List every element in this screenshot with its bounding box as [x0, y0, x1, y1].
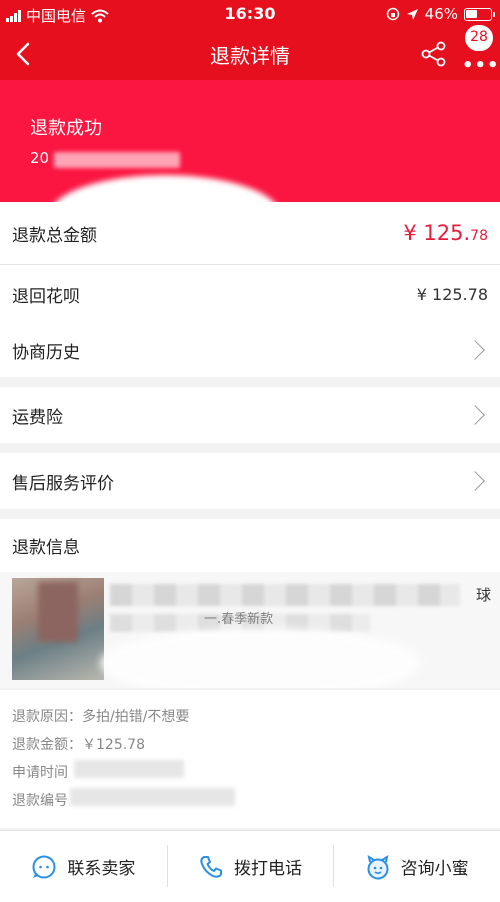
- contact-seller-button[interactable]: 联系卖家: [0, 831, 167, 902]
- share-icon[interactable]: [420, 40, 448, 68]
- refund-amount: 退款金额：￥125.78: [12, 737, 145, 753]
- total-card: 退款总金额 ¥ 125.78: [0, 202, 500, 264]
- refund-info-details: 退款原因：多拍/拍错/不想要 退款金额：￥125.78 申请时间 退款编号: [0, 690, 500, 828]
- call-button[interactable]: 拨打电话: [166, 831, 334, 902]
- battery-percent: 46%: [424, 5, 458, 23]
- detail-card: 退回花呗 ¥ 125.78 协商历史: [0, 265, 500, 377]
- refund-info-row: 退款信息: [0, 519, 500, 572]
- review-row[interactable]: 售后服务评价: [0, 453, 500, 509]
- refund-status: 退款成功: [30, 118, 102, 139]
- assistant-button[interactable]: 咨询小蜜: [333, 831, 500, 902]
- redacted-product-title: [110, 584, 460, 606]
- history-label: 协商历史: [12, 342, 80, 363]
- product-sku: 一.春季新款: [204, 612, 274, 627]
- chevron-right-icon: [465, 471, 485, 491]
- insurance-card[interactable]: 运费险: [0, 387, 500, 443]
- location-icon: [406, 8, 418, 20]
- phone-icon: [200, 855, 222, 878]
- review-card[interactable]: 售后服务评价: [0, 453, 500, 509]
- refund-reason: 退款原因：多拍/拍错/不想要: [12, 709, 190, 725]
- total-row: 退款总金额 ¥ 125.78: [0, 202, 500, 264]
- bottom-action-bar: 联系卖家 拨打电话 咨询小蜜: [0, 830, 500, 902]
- contact-seller-label: 联系卖家: [67, 859, 136, 879]
- review-label: 售后服务评价: [12, 473, 114, 494]
- redaction-overlay: [50, 175, 280, 202]
- assistant-icon: [367, 854, 389, 879]
- product-thumbnail[interactable]: [12, 578, 104, 680]
- more-icon[interactable]: •••: [462, 57, 500, 75]
- total-value: ¥ 125.78: [403, 221, 488, 245]
- battery-icon: [464, 7, 495, 21]
- message-count-badge[interactable]: 28: [464, 24, 494, 52]
- product-title-tail: 球: [476, 586, 492, 604]
- chat-icon: [32, 855, 56, 878]
- insurance-row[interactable]: 运费险: [0, 387, 500, 443]
- huabei-row: 退回花呗 ¥ 125.78: [0, 265, 500, 323]
- total-label: 退款总金额: [12, 225, 97, 246]
- refund-info-header: 退款信息: [0, 519, 500, 572]
- redaction-overlay: [100, 628, 420, 688]
- insurance-label: 运费险: [12, 407, 63, 428]
- refund-number-prefix: 20: [30, 149, 50, 167]
- rotation-lock-icon: [386, 7, 399, 21]
- chevron-right-icon: [465, 405, 485, 425]
- refund-number-label: 退款编号: [12, 793, 68, 809]
- huabei-value: ¥ 125.78: [416, 284, 488, 304]
- redacted-apply-time: [74, 760, 184, 778]
- call-label: 拨打电话: [234, 859, 302, 879]
- redacted-number: [54, 152, 180, 168]
- refund-info-label: 退款信息: [12, 538, 80, 558]
- assistant-label: 咨询小蜜: [400, 859, 469, 879]
- status-bar: 中国电信 16:30 46%: [0, 0, 500, 28]
- huabei-label: 退回花呗: [12, 286, 80, 307]
- history-row[interactable]: 协商历史: [0, 323, 500, 377]
- apply-time-label: 申请时间: [12, 765, 68, 781]
- product-item[interactable]: 球 一.春季新款: [0, 572, 500, 688]
- redacted-refund-number: [70, 788, 235, 806]
- chevron-right-icon: [465, 340, 485, 360]
- refund-status-banner: 退款成功 20: [0, 80, 500, 202]
- nav-bar: 退款详情 ••• 28: [0, 24, 500, 80]
